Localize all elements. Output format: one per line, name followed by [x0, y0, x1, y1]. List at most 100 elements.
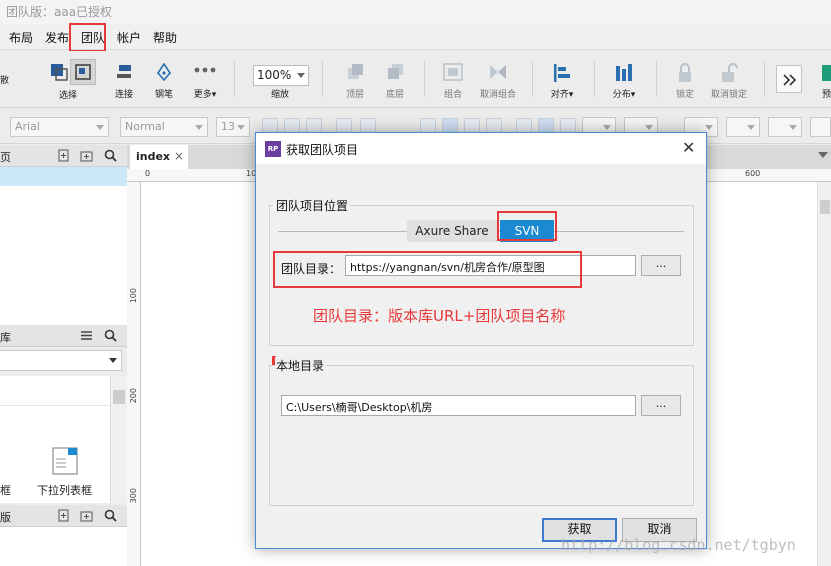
search-icon[interactable]	[104, 329, 117, 342]
group-label: 组合	[443, 90, 462, 100]
widget-droplist-label[interactable]: 下拉列表框	[37, 482, 92, 498]
lock-button[interactable]: 锁定	[668, 51, 702, 108]
font-style-value: Normal	[125, 120, 165, 133]
align-left-icon	[554, 64, 570, 82]
library-divider	[0, 405, 110, 406]
add-folder-icon[interactable]	[80, 149, 93, 162]
toolbar-right-fragment: 预	[822, 90, 831, 100]
pen-label: 钢笔	[154, 90, 173, 100]
watermark: http://blog.csdn.net/tgbyn	[561, 536, 796, 554]
team-dir-annotation: 团队目录：版本库URL+团队项目名称	[313, 307, 566, 325]
preview-icon	[822, 65, 831, 81]
library-widgets: 框 下拉列表框	[0, 376, 110, 503]
unlock-button[interactable]: 取消锁定	[706, 51, 752, 108]
local-dir-browse-button[interactable]: ...	[641, 395, 681, 416]
add-folder-icon[interactable]	[80, 509, 93, 522]
connector-icon	[117, 65, 131, 78]
unlock-label: 取消锁定	[710, 90, 747, 100]
zoom-select[interactable]: 100%	[253, 65, 309, 86]
toolbar-cut-off-button[interactable]: 散	[0, 51, 12, 108]
tab-list-dropdown-icon[interactable]	[818, 152, 828, 158]
preview-button[interactable]: 预	[818, 51, 831, 108]
toolbar-divider	[656, 61, 657, 97]
double-chevron-right-icon	[783, 74, 797, 86]
unlock-icon	[722, 63, 738, 82]
line-width-dropdown-icon	[747, 125, 755, 130]
droplist-widget-icon[interactable]	[52, 447, 78, 475]
font-family-select[interactable]: Arial	[10, 117, 109, 137]
library-scrollbar-thumb[interactable]	[113, 390, 125, 404]
align-label: 对齐▾	[550, 90, 574, 100]
ungroup-button[interactable]: 取消组合	[474, 51, 522, 108]
align-button[interactable]: 对齐▾	[544, 51, 580, 108]
font-style-select[interactable]: Normal	[120, 117, 208, 137]
masters-pane-title: 版	[0, 511, 11, 524]
more-button[interactable]: 更多▾	[188, 51, 222, 108]
menu-item-layout[interactable]: 布局	[9, 29, 33, 46]
line-style-select[interactable]	[768, 117, 802, 137]
distribute-label: 分布▾	[612, 90, 636, 100]
select-contain-icon	[75, 64, 91, 80]
pages-pane-title: 页	[0, 151, 11, 164]
font-size-value: 13	[221, 120, 235, 133]
more-label: 更多▾	[193, 90, 217, 100]
menu-item-publish[interactable]: 发布	[45, 29, 69, 46]
arrow-style-select[interactable]	[810, 117, 831, 137]
select-contain-button[interactable]	[70, 59, 96, 85]
ruler-left-label-100: 100	[129, 288, 138, 304]
window-title: 团队版：aaa已授权	[0, 0, 831, 24]
local-dir-input[interactable]: C:\Users\楠哥\Desktop\机房	[281, 395, 636, 416]
font-style-dropdown-icon	[195, 125, 203, 130]
bring-to-top-button[interactable]: 顶层	[338, 51, 372, 108]
ruler-top-label-600: 600	[745, 169, 761, 178]
font-family-dropdown-icon	[96, 125, 104, 130]
widget-left-label[interactable]: 框	[0, 482, 11, 498]
ruler-left-label-200: 200	[129, 388, 138, 404]
search-icon[interactable]	[104, 149, 117, 162]
expand-toolbar-button[interactable]	[776, 65, 802, 93]
selected-page-row[interactable]	[0, 167, 127, 186]
library-pane-header: 库	[0, 325, 127, 347]
more-dots-icon	[194, 67, 216, 73]
canvas-scrollbar-thumb[interactable]	[820, 200, 830, 214]
group-button[interactable]: 组合	[436, 51, 470, 108]
zoom-value: 100%	[257, 68, 292, 82]
line-style-dropdown-icon	[789, 125, 797, 130]
line-color-dropdown-icon	[705, 125, 713, 130]
font-size-select[interactable]: 13	[216, 117, 250, 137]
ruler-top-label-0: 0	[145, 169, 151, 178]
pen-button[interactable]: 钢笔	[150, 51, 178, 108]
menu-bar: 布局 发布 团队 帐户 帮助	[0, 24, 831, 50]
tab-axure-share[interactable]: Axure Share	[407, 220, 497, 242]
close-tab-icon[interactable]: ×	[174, 149, 184, 163]
vertical-ruler: 100 200 300	[127, 182, 141, 566]
search-icon[interactable]	[104, 509, 117, 522]
send-to-bottom-button[interactable]: 底层	[378, 51, 412, 108]
library-dropdown-icon	[109, 358, 117, 363]
ruler-left-label-300: 300	[129, 488, 138, 504]
zoom-label: 缩放	[270, 90, 289, 100]
canvas-vertical-scrollbar[interactable]	[817, 182, 831, 566]
team-dir-browse-button[interactable]: ...	[641, 255, 681, 276]
close-icon[interactable]: ✕	[682, 138, 695, 157]
menu-icon[interactable]	[80, 329, 93, 342]
zoom-dropdown-icon	[297, 73, 305, 78]
team-location-group-label: 团队项目位置	[273, 197, 352, 214]
toolbar-divider	[764, 61, 765, 97]
add-master-icon[interactable]	[57, 509, 70, 522]
line-width-select[interactable]	[726, 117, 760, 137]
menu-item-help[interactable]: 帮助	[153, 29, 177, 46]
connect-button[interactable]: 连接	[110, 51, 138, 108]
menu-item-account[interactable]: 帐户	[117, 29, 141, 46]
select-button[interactable]: 选择	[36, 51, 100, 108]
group-icon	[443, 63, 463, 81]
distribute-button[interactable]: 分布▾	[606, 51, 642, 108]
library-scrollbar[interactable]	[110, 376, 127, 503]
dialog-title-bar: RP 获取团队项目 ✕	[256, 133, 706, 164]
library-pane-title: 库	[0, 331, 11, 344]
library-select[interactable]	[0, 350, 122, 371]
toolbar-divider	[234, 61, 235, 97]
add-page-icon[interactable]	[57, 149, 70, 162]
send-to-back-icon	[388, 64, 403, 79]
font-size-dropdown-icon	[237, 125, 245, 130]
